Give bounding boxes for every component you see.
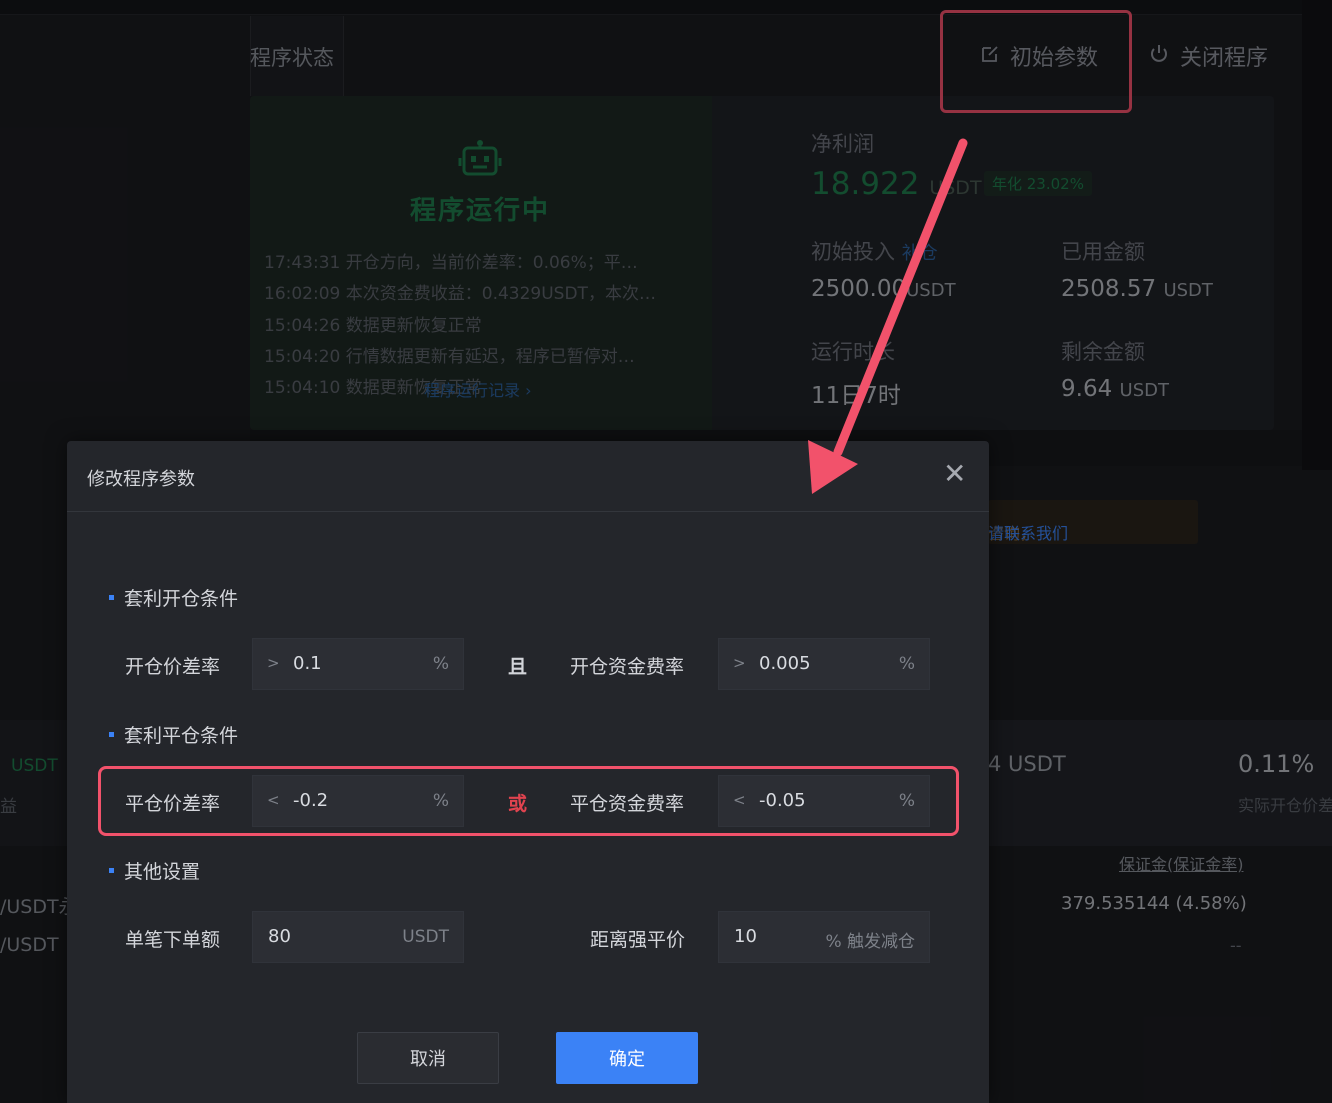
usdt-unit: USDT <box>402 927 449 947</box>
dialog-title: 修改程序参数 <box>87 469 195 490</box>
order-amount-value: 80 <box>268 926 291 947</box>
liq-distance-input[interactable]: 10 % 触发减仓 <box>718 911 930 963</box>
liq-distance-value: 10 <box>734 926 757 947</box>
order-amount-input[interactable]: 80 USDT <box>252 911 464 963</box>
open-spread-label: 开仓价差率 <box>125 656 221 678</box>
section-marker <box>109 595 114 600</box>
close-conditions-heading: 套利平仓条件 <box>109 721 238 748</box>
order-amount-label: 单笔下单额 <box>125 929 221 951</box>
confirm-button[interactable]: 确定 <box>556 1032 698 1084</box>
section-marker <box>109 868 114 873</box>
edit-params-dialog: 修改程序参数 ✕ 套利开仓条件 开仓价差率 > 0.1 % 且 开仓资金费率 >… <box>67 441 989 1103</box>
other-settings-heading: 其他设置 <box>109 857 200 884</box>
open-spread-value: 0.1 <box>293 653 322 674</box>
percent-unit: % <box>898 654 915 674</box>
close-conditions-highlight <box>98 766 959 836</box>
open-fee-label: 开仓资金费率 <box>570 656 685 678</box>
open-conditions-heading: 套利开仓条件 <box>109 584 238 611</box>
greater-than-operator: > <box>267 654 280 672</box>
open-fee-value: 0.005 <box>759 653 811 674</box>
open-spread-input[interactable]: > 0.1 % <box>252 638 464 690</box>
close-icon[interactable]: ✕ <box>943 457 966 490</box>
dialog-header <box>67 441 989 512</box>
greater-than-operator: > <box>733 654 746 672</box>
liq-distance-label: 距离强平价 <box>590 929 686 951</box>
percent-unit: % <box>432 654 449 674</box>
liq-distance-unit: % 触发减仓 <box>825 932 915 952</box>
open-fee-input[interactable]: > 0.005 % <box>718 638 930 690</box>
section-marker <box>109 732 114 737</box>
and-conjunction: 且 <box>508 656 528 678</box>
cancel-button[interactable]: 取消 <box>357 1032 499 1084</box>
